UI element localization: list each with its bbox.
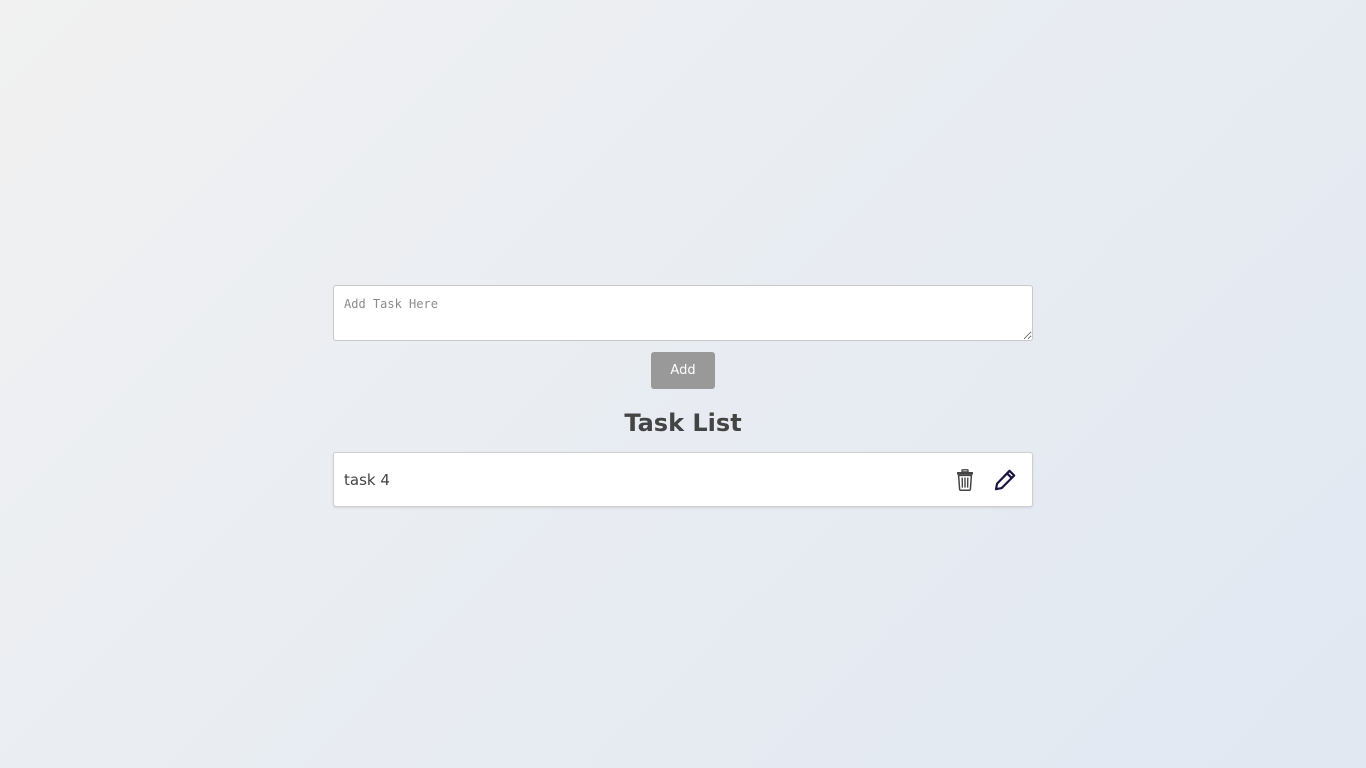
task-list: task 4 — [333, 452, 1033, 507]
pencil-icon[interactable] — [990, 465, 1020, 495]
add-button[interactable]: Add — [651, 352, 715, 389]
task-text: task 4 — [344, 470, 390, 489]
task-app: Add Task List task 4 — [333, 285, 1033, 507]
task-input[interactable] — [333, 285, 1033, 341]
task-item: task 4 — [333, 452, 1033, 507]
trash-icon[interactable] — [950, 465, 980, 495]
add-row: Add — [333, 352, 1033, 389]
task-list-title: Task List — [624, 409, 742, 437]
